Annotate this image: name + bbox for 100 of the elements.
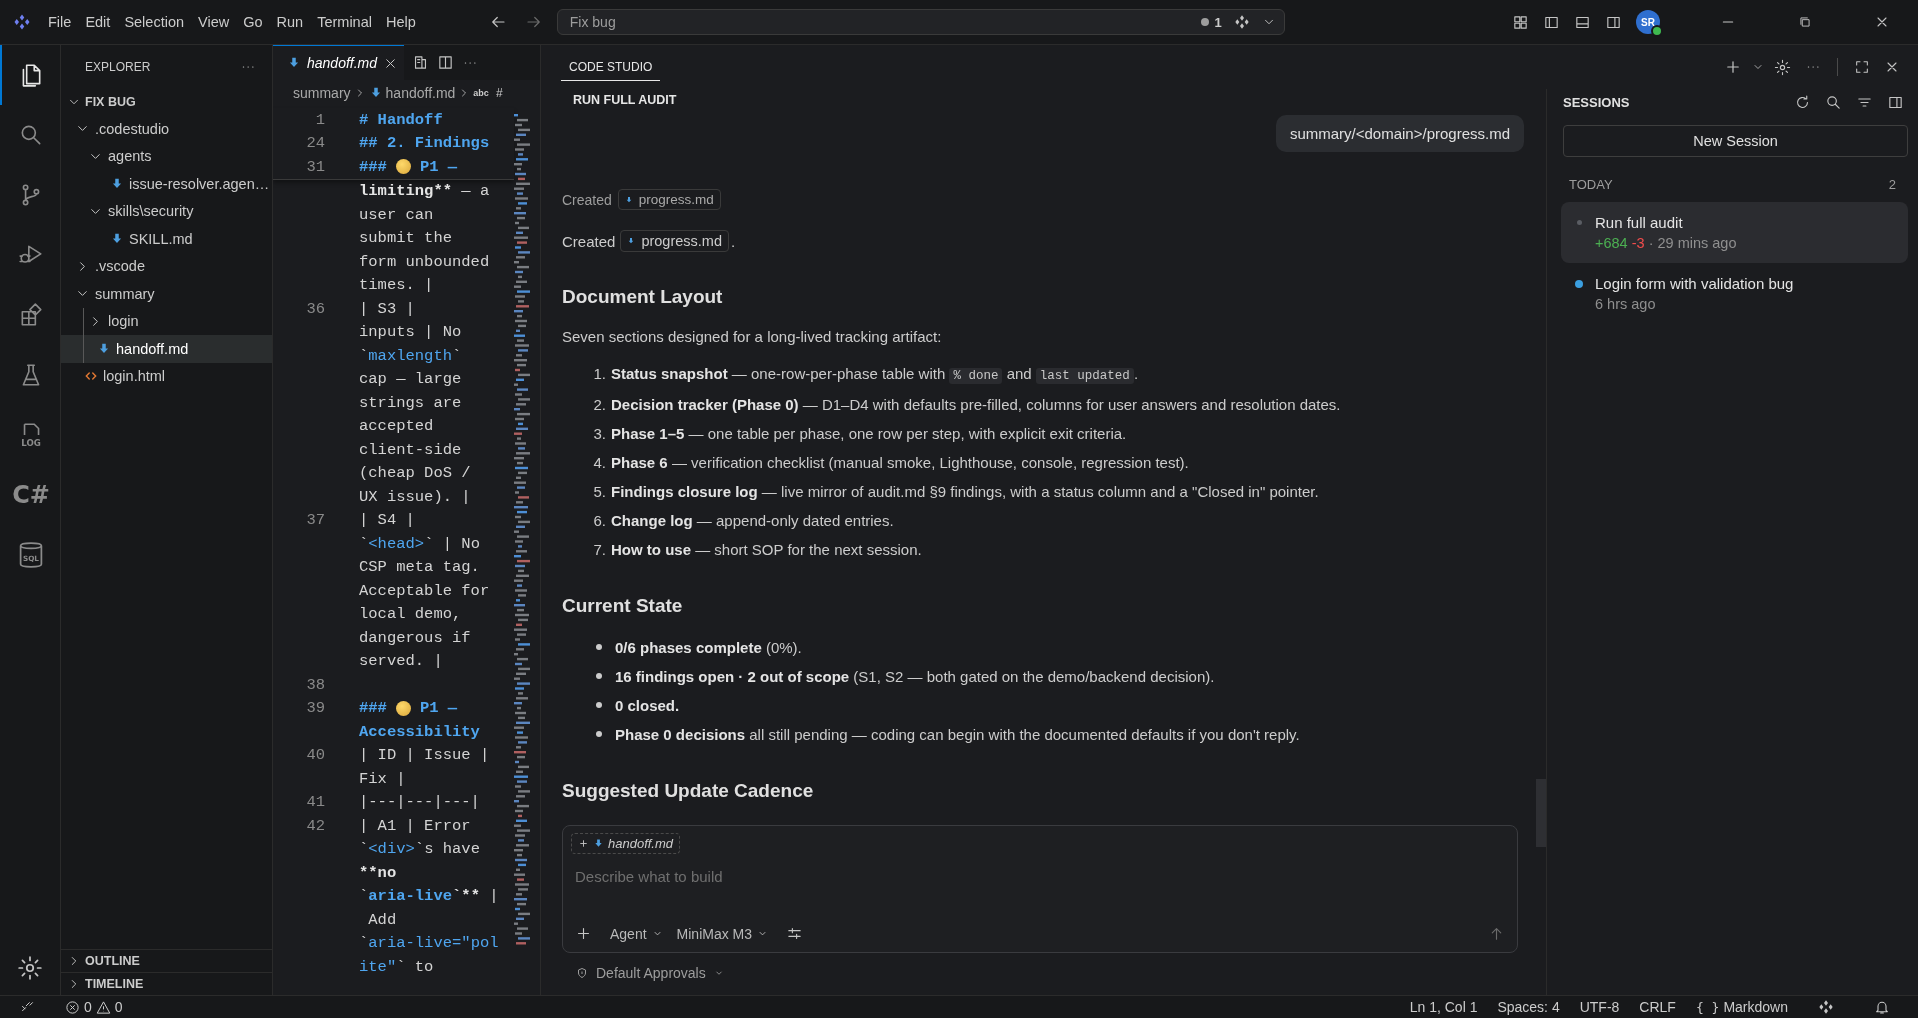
list-number: 4. <box>592 453 606 473</box>
code-line: served. | <box>359 652 443 671</box>
list-number: 3. <box>592 424 606 444</box>
list-item: Decision tracker (Phase 0) — D1–D4 with defaults pre-filled, columns for user answers and resolution dates. <box>611 395 1341 415</box>
new-session-button[interactable]: New Session <box>1563 125 1908 157</box>
status-item[interactable]: Ln 1, Col 1 <box>1399 996 1488 1018</box>
tree-item[interactable]: issue-resolver.agen… <box>61 170 272 198</box>
list-item: 16 findings open · 2 out of scope (S1, S2 — both gated on the demo/backend decision). <box>615 667 1215 687</box>
reply-paragraph: Seven sections designed for a long-lived tracking artifact: <box>562 328 943 345</box>
reply-text: Created <box>562 232 616 250</box>
changes-indicator: 1 <box>1200 14 1222 30</box>
list-number: 1. <box>592 364 606 384</box>
tree-item[interactable]: .codestudio <box>61 115 272 143</box>
status-item[interactable]: Spaces: 4 <box>1487 996 1570 1018</box>
code-line: |---|---|---| <box>359 793 480 812</box>
menu-item[interactable]: Terminal <box>310 10 379 34</box>
file-chip[interactable]: progress.md <box>617 189 721 210</box>
menu-item[interactable]: Edit <box>78 10 118 34</box>
problems-button[interactable]: 0 0 <box>55 996 133 1018</box>
session-title: Run full audit <box>1595 214 1684 231</box>
tree-item[interactable]: skills\security <box>61 197 272 225</box>
code-line: | S3 | <box>359 299 415 318</box>
menu-item[interactable]: View <box>191 10 237 34</box>
status-item[interactable]: CRLF <box>1629 996 1686 1018</box>
code-line: user can <box>359 205 434 224</box>
model-dropdown[interactable]: MiniMax M3 <box>676 925 769 942</box>
tree-item[interactable]: login.html <box>61 362 272 390</box>
language-mode[interactable]: { } Markdown <box>1685 996 1798 1018</box>
session-title: Login form with validation bug <box>1595 275 1794 292</box>
code-line: limiting** — a <box>359 182 490 201</box>
section-header[interactable]: OUTLINE <box>61 949 272 972</box>
command-center[interactable]: Fix bug 1 <box>556 9 1285 35</box>
folder-header[interactable]: FIX BUG <box>61 89 272 115</box>
code-line: `maxlength` <box>359 346 462 365</box>
line-number: 36 <box>305 299 325 318</box>
code-line: local demo, <box>359 605 462 624</box>
editor-tab[interactable]: handoff.md <box>273 45 405 80</box>
line-number: 24 <box>305 134 325 153</box>
list-item: 0/6 phases complete (0%). <box>615 638 802 658</box>
tool-note: Created <box>562 191 612 208</box>
attachment-chip[interactable]: handoff.md <box>571 833 681 854</box>
line-number: 41 <box>305 793 325 812</box>
code-line: Fix | <box>359 769 406 788</box>
list-item: Phase 1–5 — one table per phase, one row per step, with explicit exit criteria. <box>611 424 1127 444</box>
chat-input[interactable]: handoff.md Describe what to build Agent MiniMax M3 <box>562 825 1518 953</box>
session-item[interactable]: Run full audit +684 -3 · 29 mins ago <box>1561 202 1908 263</box>
sidebar-title: EXPLORER <box>85 60 151 74</box>
line-number: 40 <box>305 746 325 765</box>
code-line: ## 2. Findings <box>359 134 490 153</box>
code-line: | A1 | Error <box>359 816 471 835</box>
menu-item[interactable]: File <box>41 10 79 34</box>
session-item[interactable]: Login form with validation bug 6 hrs ago <box>1561 263 1908 324</box>
code-line: strings are <box>359 393 462 412</box>
list-item: Status snapshot — one-row-per-phase table with % done and last updated . <box>611 364 1139 386</box>
menu-item[interactable]: Run <box>269 10 311 34</box>
approvals-dropdown[interactable]: Default Approvals <box>562 953 724 995</box>
mode-dropdown[interactable]: Agent <box>610 925 663 942</box>
code-line: UX issue). | <box>359 487 471 506</box>
breadcrumb[interactable]: summary <box>293 85 351 101</box>
symbol-label: abc <box>473 88 489 98</box>
code-line: Acceptable for <box>359 581 490 600</box>
list-item: How to use — short SOP for the next session. <box>611 540 922 560</box>
tree-item[interactable]: .vscode <box>61 252 272 280</box>
tree-item[interactable]: summary <box>61 280 272 308</box>
account-avatar[interactable]: SR <box>1636 10 1660 34</box>
code-line: Add <box>367 910 397 929</box>
code-line: Accessibility <box>359 722 480 741</box>
code-line: `<div>`s have <box>359 840 480 859</box>
section-heading: Current State <box>562 595 684 617</box>
code-line: times. | <box>359 276 434 295</box>
session-meta: +684 -3 · 29 mins ago <box>1595 235 1737 251</box>
code-line: | ID | Issue | <box>359 746 490 765</box>
code-line: (cheap DoS / <box>359 464 471 483</box>
menu-item[interactable]: Go <box>236 10 270 34</box>
file-chip[interactable]: progress.md <box>620 230 729 252</box>
code-line: **no <box>359 863 397 882</box>
panel-tab[interactable]: CODE STUDIO <box>561 53 661 81</box>
user-message: summary/<domain>/progress.md <box>1275 115 1524 152</box>
tree-item[interactable]: SKILL.md <box>61 225 272 253</box>
language-button[interactable]: C# <box>0 465 60 525</box>
tree-item[interactable]: login <box>61 307 272 335</box>
section-heading: Document Layout <box>562 286 724 308</box>
line-number: 38 <box>305 675 325 694</box>
list-number: 2. <box>592 395 606 415</box>
tree-item[interactable]: agents <box>61 142 272 170</box>
code-line: cap — large <box>359 370 462 389</box>
code-text: ### <box>359 699 387 718</box>
code-line: form unbounded <box>359 252 490 271</box>
menu-item[interactable]: Selection <box>117 10 192 34</box>
status-item[interactable]: UTF-8 <box>1569 996 1630 1018</box>
tree-item[interactable]: handoff.md <box>61 335 272 363</box>
code-line: submit the <box>359 229 452 248</box>
line-number: 37 <box>305 511 325 530</box>
list-item: 0 closed. <box>615 696 680 716</box>
list-number: 6. <box>592 511 606 531</box>
symbol-label: # <box>495 86 503 100</box>
code-line: inputs | No <box>359 323 462 342</box>
code-line: `<head>` | No <box>359 534 480 553</box>
menu-item[interactable]: Help <box>378 10 423 34</box>
breadcrumb[interactable]: handoff.md <box>385 85 456 101</box>
